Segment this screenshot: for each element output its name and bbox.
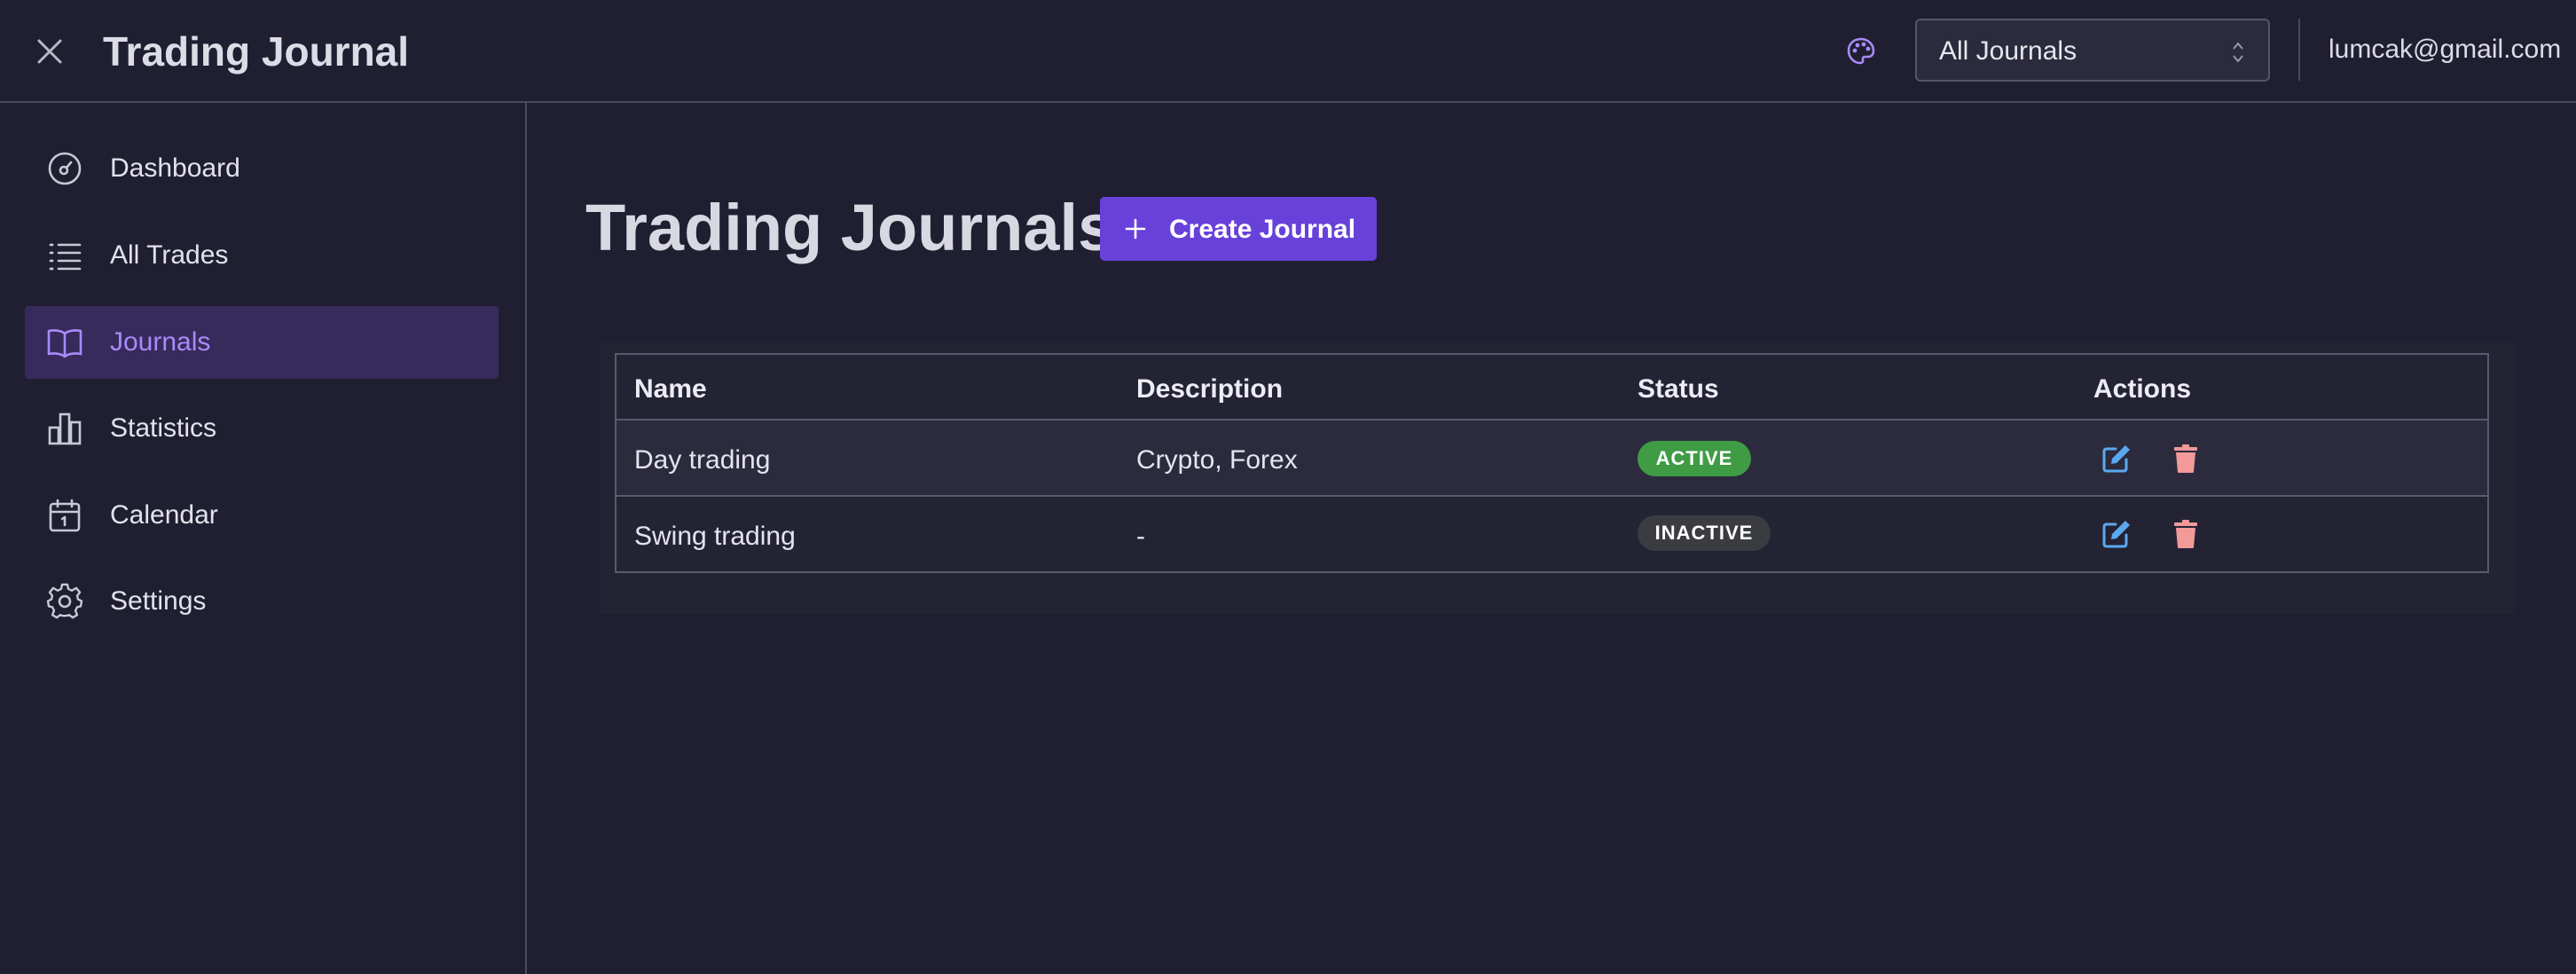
status-badge: ACTIVE [1637,441,1751,476]
sidebar-item-calendar[interactable]: Calendar [25,479,499,552]
create-journal-label: Create Journal [1169,215,1356,244]
book-open-icon [46,324,83,361]
plus-icon [1125,218,1146,240]
table-header-row: Name Description Status Actions [617,355,2487,420]
sidebar-item-journals[interactable]: Journals [25,306,499,379]
trash-icon[interactable] [2170,443,2202,475]
chevron-updown-icon [2231,40,2245,65]
sidebar-item-statistics[interactable]: Statistics [25,392,499,465]
trash-icon[interactable] [2170,518,2202,550]
column-header-name: Name [634,374,707,404]
page-title: Trading Journals [585,191,1115,264]
journals-table: Name Description Status Actions Day trad… [615,353,2489,573]
sidebar-item-label: All Trades [110,240,229,270]
column-header-description: Description [1136,374,1284,404]
bar-chart-icon [46,410,83,447]
journal-select-value: All Journals [1939,36,2077,66]
journal-description: - [1136,522,1145,551]
create-journal-button[interactable]: Create Journal [1100,197,1377,261]
column-header-status: Status [1637,374,1719,404]
sidebar: Dashboard All Trades Journals Statistics… [0,103,527,974]
status-badge: INACTIVE [1637,515,1771,551]
journal-name: Swing trading [634,522,796,551]
header-divider [2298,19,2300,81]
sidebar-item-label: Statistics [110,413,217,443]
app-title: Trading Journal [103,28,410,75]
edit-icon[interactable] [2101,443,2132,475]
close-icon[interactable] [32,34,67,69]
sidebar-item-label: Calendar [110,500,218,530]
sidebar-item-all-trades[interactable]: All Trades [25,219,499,292]
sidebar-item-label: Settings [110,586,207,616]
gauge-icon [46,150,83,187]
user-email[interactable]: lumcak@gmail.com [2329,35,2561,65]
journal-select[interactable]: All Journals [1915,19,2270,82]
table-row[interactable]: Day trading Crypto, Forex ACTIVE [617,420,2487,497]
edit-icon[interactable] [2101,518,2132,550]
sidebar-item-dashboard[interactable]: Dashboard [25,132,499,205]
journal-description: Crypto, Forex [1136,445,1298,475]
gear-icon [46,583,83,620]
calendar-icon [46,497,83,534]
column-header-actions: Actions [2093,374,2192,404]
sidebar-item-settings[interactable]: Settings [25,565,499,638]
sidebar-item-label: Dashboard [110,153,240,183]
palette-icon[interactable] [1845,35,1877,67]
list-icon [46,237,83,274]
sidebar-item-label: Journals [110,327,211,357]
journal-name: Day trading [634,445,771,475]
table-row[interactable]: Swing trading - INACTIVE [617,497,2487,571]
top-header: Trading Journal All Journals lumcak@gmai… [0,0,2576,103]
